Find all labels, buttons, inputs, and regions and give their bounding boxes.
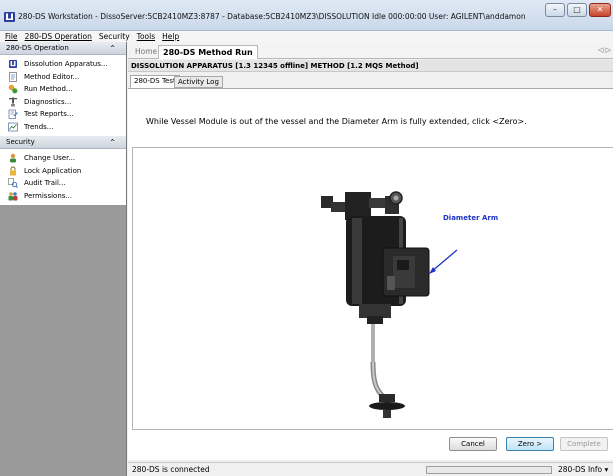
change-user-icon: [10, 154, 16, 163]
document-tab-strip: Home 280-DS Method Run ◁ ▷: [128, 42, 613, 59]
run-method-icon: [8, 84, 18, 94]
sidebar-item-lock-application[interactable]: Lock Application: [0, 165, 126, 178]
close-icon: ✕: [596, 5, 604, 14]
menu-280ds-operation[interactable]: 280-DS Operation: [25, 31, 92, 42]
security-panel-header[interactable]: Security ⌃: [0, 136, 126, 149]
sidebar: 280-DS Operation ⌃ Dissolution Apparatus…: [0, 42, 127, 476]
sidebar-item-test-reports[interactable]: Test Reports...: [0, 108, 126, 121]
instruction-figure: Diameter Arm: [132, 147, 613, 430]
diameter-arm-label: Diameter Arm: [443, 214, 499, 222]
collapse-chevron-icon[interactable]: ⌃: [109, 136, 116, 149]
sidebar-item-label: Audit Trail...: [24, 179, 66, 188]
sidebar-item-diagnostics[interactable]: Diagnostics...: [0, 96, 126, 109]
sidebar-item-method-editor[interactable]: Method Editor...: [0, 71, 126, 84]
tab-activity-log[interactable]: Activity Log: [174, 76, 223, 88]
collapse-chevron-icon[interactable]: ⌃: [109, 42, 116, 55]
lock-icon: [10, 166, 16, 176]
complete-button[interactable]: Complete: [560, 437, 608, 451]
menu-tools[interactable]: Tools: [137, 31, 155, 42]
minimize-icon: –: [553, 5, 557, 14]
main-content: Home 280-DS Method Run ◁ ▷ DISSOLUTION A…: [128, 42, 613, 476]
maximize-icon: □: [573, 5, 581, 14]
security-panel-title: Security: [6, 138, 35, 146]
menu-help[interactable]: Help: [162, 31, 179, 42]
diagnostics-icon: [9, 97, 17, 107]
audit-trail-icon: [8, 178, 18, 189]
sidebar-item-label: Trends...: [24, 122, 54, 131]
sidebar-item-label: Change User...: [24, 154, 76, 163]
cancel-button[interactable]: Cancel: [449, 437, 497, 451]
operation-panel-title: 280-DS Operation: [6, 44, 69, 52]
test-work-area: While Vessel Module is out of the vessel…: [128, 88, 613, 460]
menu-file[interactable]: File: [5, 31, 18, 42]
tab-method-run[interactable]: 280-DS Method Run: [158, 45, 258, 59]
sidebar-item-label: Method Editor...: [24, 72, 80, 81]
test-reports-icon: [8, 109, 18, 120]
operation-panel-header[interactable]: 280-DS Operation ⌃: [0, 42, 126, 55]
permissions-icon: [8, 191, 18, 201]
tab-home[interactable]: Home: [131, 45, 161, 59]
sidebar-item-label: Dissolution Apparatus...: [24, 60, 108, 69]
method-editor-icon: [9, 71, 17, 82]
sidebar-item-change-user[interactable]: Change User...: [0, 152, 126, 165]
sidebar-item-label: Diagnostics...: [24, 97, 72, 106]
connection-status: 280-DS is connected: [132, 465, 210, 474]
window-title: 280-DS Workstation - DissoServer:5CB2410…: [18, 12, 526, 21]
status-bar: 280-DS is connected 280-DS Info ▾: [128, 462, 613, 476]
sidebar-item-run-method[interactable]: Run Method...: [0, 83, 126, 96]
security-panel: Change User... Lock Application Audit Tr…: [0, 149, 126, 205]
info-dropdown[interactable]: 280-DS Info ▾: [558, 465, 608, 474]
sidebar-item-audit-trail[interactable]: Audit Trail...: [0, 177, 126, 190]
sidebar-item-label: Permissions...: [24, 191, 73, 200]
sidebar-item-dissolution-apparatus[interactable]: Dissolution Apparatus...: [0, 58, 126, 71]
apparatus-header: DISSOLUTION APPARATUS [1.3 12345 offline…: [128, 60, 613, 72]
progress-bar: [426, 466, 552, 474]
operation-panel: Dissolution Apparatus... Method Editor..…: [0, 55, 126, 136]
close-button[interactable]: ✕: [589, 3, 611, 17]
tab-scroll-arrows-icon[interactable]: ◁ ▷: [598, 46, 611, 54]
apparatus-icon: [9, 60, 17, 69]
window-titlebar: 280-DS Workstation - DissoServer:5CB2410…: [0, 0, 613, 31]
sidebar-item-label: Test Reports...: [24, 110, 74, 119]
sidebar-item-label: Lock Application: [24, 166, 82, 175]
app-logo-icon: [4, 12, 15, 22]
vessel-module-illustration: [321, 191, 458, 418]
sidebar-item-label: Run Method...: [24, 85, 73, 94]
instruction-text: While Vessel Module is out of the vessel…: [146, 117, 527, 126]
menu-bar: File 280-DS Operation Security Tools Hel…: [0, 31, 613, 42]
maximize-button[interactable]: □: [567, 3, 587, 17]
zero-button[interactable]: Zero >: [506, 437, 554, 451]
sidebar-item-trends[interactable]: Trends...: [0, 121, 126, 134]
sidebar-item-permissions[interactable]: Permissions...: [0, 190, 126, 203]
minimize-button[interactable]: –: [545, 3, 565, 17]
menu-security[interactable]: Security: [99, 31, 130, 42]
tab-280ds-test[interactable]: 280-DS Test: [130, 75, 180, 88]
trends-icon: [8, 122, 18, 132]
